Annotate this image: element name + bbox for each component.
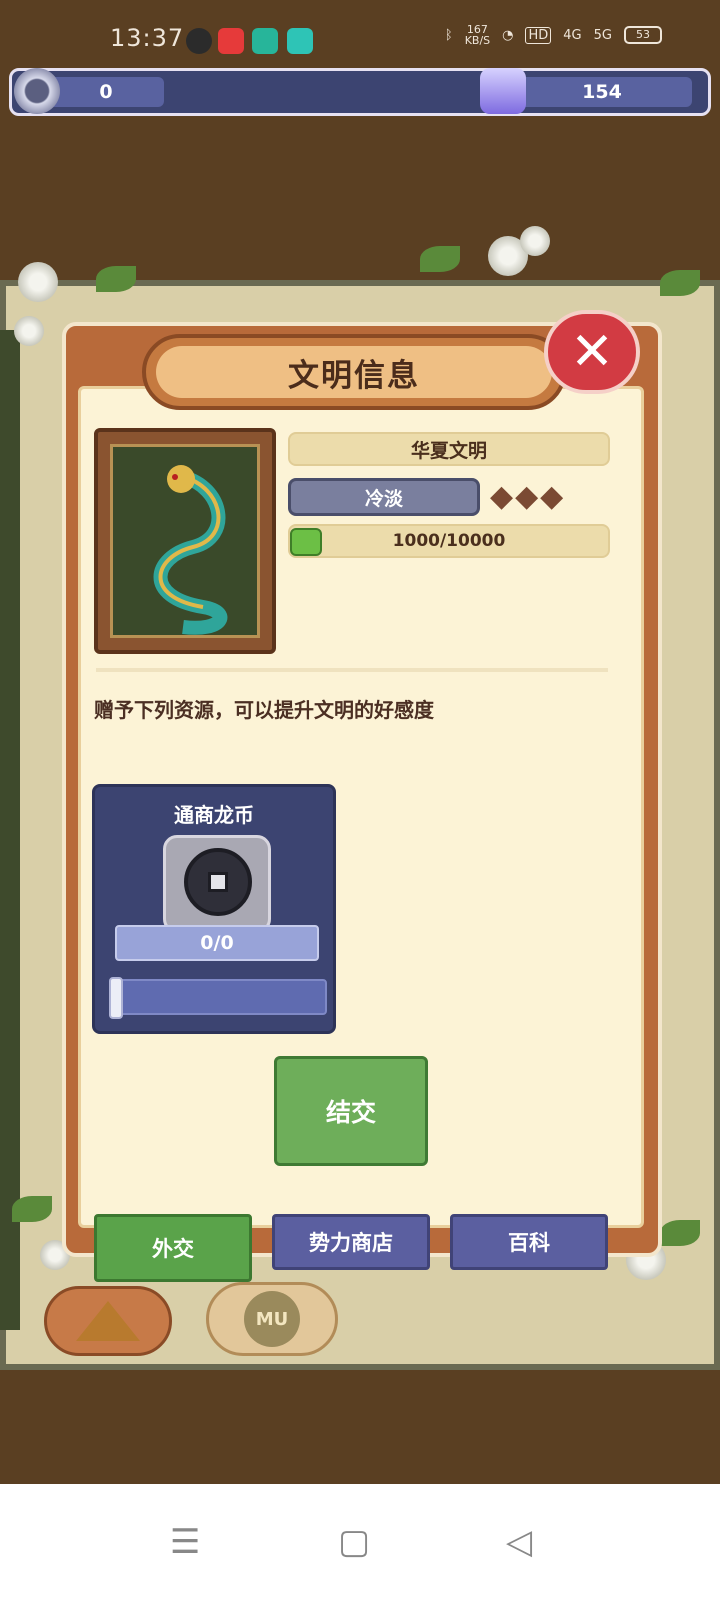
status-right: ᛒ 167 KB/S ◔ HD 4G 5G 53 [445, 24, 662, 46]
totem-button[interactable]: MU [206, 1282, 338, 1356]
flower-decoration [520, 226, 550, 256]
civilization-name-text: 华夏文明 [410, 439, 487, 462]
resource-left-value: 0 [99, 81, 113, 103]
gift-resource-title: 通商龙币 [174, 803, 254, 827]
affinity-hearts: ◆ ◆ ◆ [490, 480, 563, 514]
leaf-decoration [96, 266, 136, 292]
status-bar: 13:37 ᛒ 167 KB/S ◔ HD 4G 5G 53 [0, 0, 720, 70]
pyramid-icon [76, 1301, 140, 1341]
heart-icon: ◆ [540, 479, 564, 514]
chat-app-icon [287, 28, 313, 54]
tab-encyclopedia-label: 百科 [508, 1231, 550, 1255]
hd-icon: HD [525, 26, 552, 44]
gem-icon [290, 528, 322, 556]
civilization-portrait [94, 428, 276, 654]
tab-diplomacy-label: 外交 [152, 1237, 194, 1261]
title-banner-inner: 文明信息 [156, 346, 552, 398]
battery-icon: 53 [624, 26, 662, 44]
gift-resource-card[interactable]: 通商龙币 0/0 [92, 784, 336, 1034]
network-speed: 167 KB/S [465, 24, 490, 46]
heart-icon: ◆ [490, 479, 514, 514]
coin-slot [163, 835, 271, 933]
potion-icon[interactable] [480, 68, 526, 114]
wifi-icon: ◔ [502, 27, 514, 43]
coin-icon [184, 848, 252, 916]
resource-left-pill: 0 [48, 77, 164, 107]
bluetooth-icon: ᛒ [444, 27, 453, 43]
signal-5g-icon: 5G [593, 27, 612, 43]
dragon-image [110, 444, 260, 638]
pyramid-button[interactable] [44, 1286, 172, 1356]
resource-right-pill: 154 [512, 77, 692, 107]
attitude-badge: 冷淡 [288, 478, 480, 516]
background-book-spine [0, 330, 20, 1330]
home-icon[interactable]: ▢ [338, 1522, 370, 1562]
resource-bar: 0 154 [9, 68, 711, 116]
system-nav-bar: ☰ ▢ ◁ [0, 1484, 720, 1608]
leaf-decoration [12, 1196, 52, 1222]
slider-handle[interactable] [109, 977, 123, 1019]
gift-count: 0/0 [115, 925, 319, 961]
close-icon: ✕ [570, 322, 614, 382]
befriend-button[interactable]: 结交 [274, 1056, 428, 1166]
coin-icon[interactable] [14, 68, 60, 114]
close-button[interactable]: ✕ [544, 310, 640, 394]
status-time: 13:37 [110, 24, 185, 52]
resource-right-value: 154 [582, 81, 622, 103]
speed-unit: KB/S [464, 34, 491, 47]
tab-encyclopedia[interactable]: 百科 [450, 1214, 608, 1270]
dialog-title: 文明信息 [288, 357, 420, 394]
heart-icon: ◆ [515, 479, 539, 514]
gift-amount-slider[interactable] [109, 977, 327, 1019]
dragon-icon [153, 465, 228, 635]
gift-description: 赠予下列资源，可以提升文明的好感度 [94, 698, 434, 722]
leaf-decoration [420, 246, 460, 272]
totem-icon: MU [244, 1291, 300, 1347]
signal-4g-icon: 4G [563, 27, 582, 43]
attitude-text: 冷淡 [364, 487, 403, 510]
tab-faction-shop-label: 势力商店 [309, 1231, 393, 1255]
title-banner: 文明信息 [142, 334, 566, 410]
menu-icon[interactable]: ☰ [170, 1522, 200, 1562]
back-icon[interactable]: ◁ [506, 1522, 532, 1562]
boss-app-icon [252, 28, 278, 54]
affinity-progress-text: 1000/10000 [392, 531, 506, 551]
leaf-decoration [660, 270, 700, 296]
flower-decoration [18, 262, 58, 302]
civilization-name: 华夏文明 [288, 432, 610, 466]
app-notification-icon [218, 28, 244, 54]
affinity-progress: 1000/10000 [288, 524, 610, 558]
app-notification-icon [186, 28, 212, 54]
divider [96, 668, 608, 672]
tab-diplomacy[interactable]: 外交 [94, 1214, 252, 1282]
befriend-label: 结交 [325, 1098, 376, 1127]
flower-decoration [14, 316, 44, 346]
tab-faction-shop[interactable]: 势力商店 [272, 1214, 430, 1270]
leaf-decoration [660, 1220, 700, 1246]
coin-hole [208, 872, 228, 892]
